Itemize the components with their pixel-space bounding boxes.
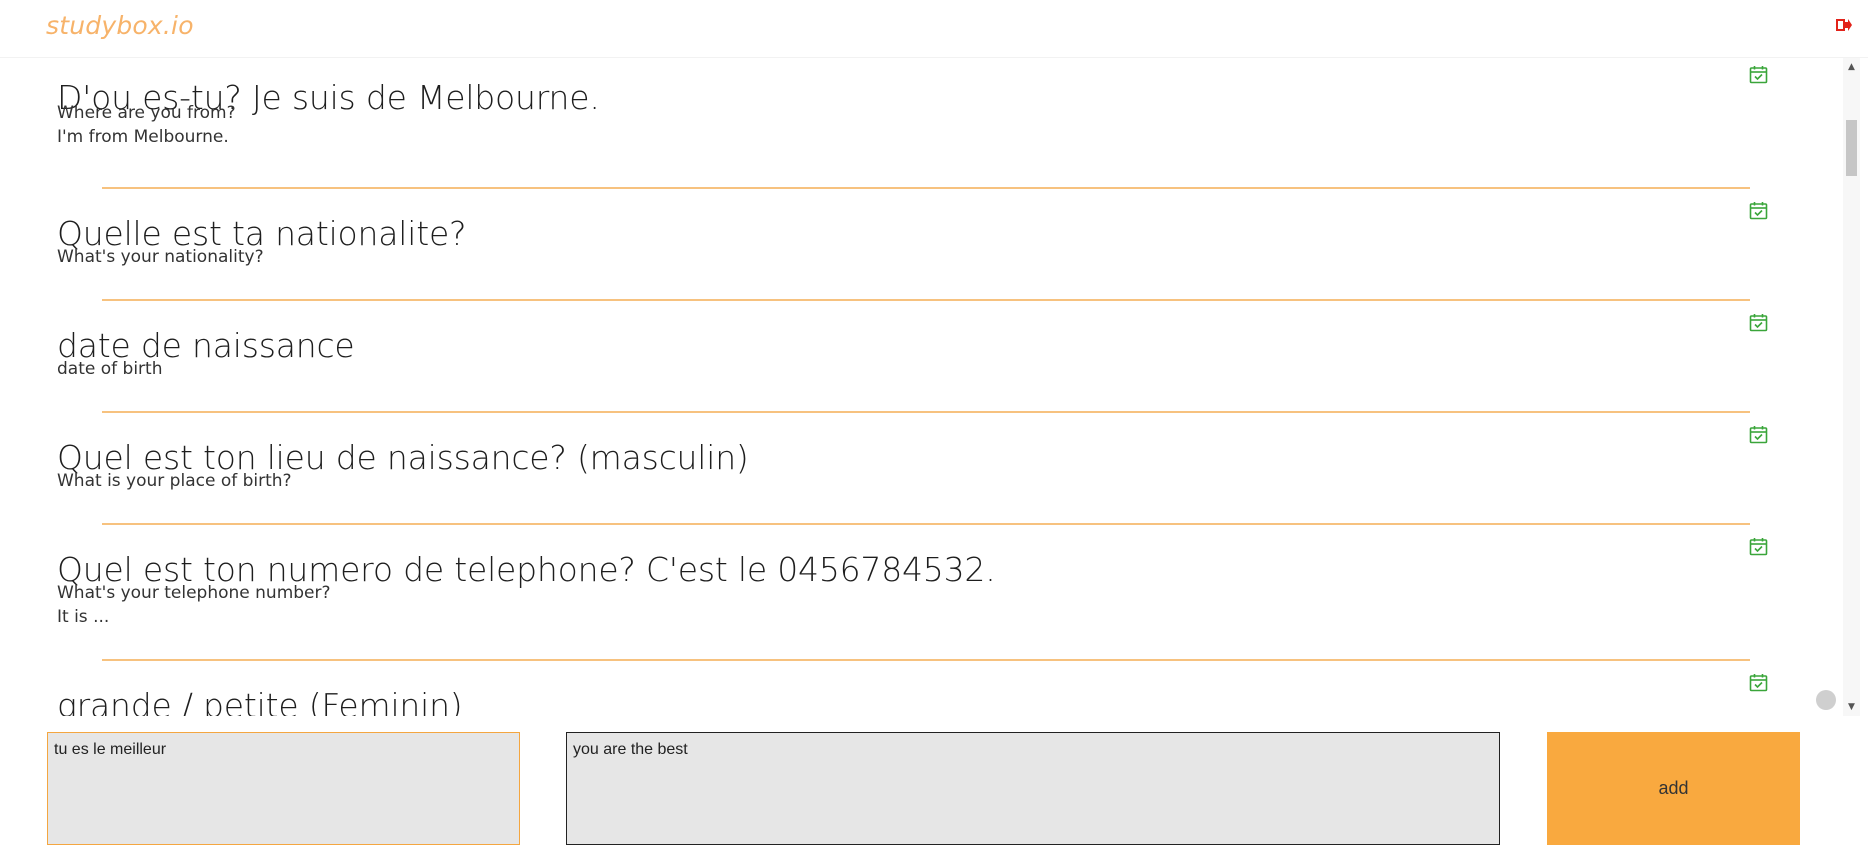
back-text-input[interactable]: you are the best — [566, 732, 1500, 845]
floating-circle-icon[interactable] — [1816, 690, 1836, 710]
header: studybox.io — [0, 0, 1868, 58]
card-item[interactable]: D'ou es-tu? Je suis de Melbourne. Where … — [0, 58, 1848, 188]
scrollbar[interactable]: ▲ ▼ — [1843, 58, 1860, 716]
card-list: D'ou es-tu? Je suis de Melbourne. Where … — [0, 58, 1848, 716]
calendar-check-icon[interactable] — [1749, 201, 1768, 220]
new-card-bar: tu es le meilleur you are the best add — [0, 716, 1868, 857]
card-item[interactable]: date de naissance date of birth — [0, 300, 1848, 412]
logo[interactable]: studybox.io — [46, 11, 194, 40]
app-page: studybox.io D'ou es-tu? Je suis de Melbo… — [0, 0, 1868, 857]
card-front-text: grande / petite (Feminin) — [57, 686, 463, 716]
scroll-thumb[interactable] — [1846, 120, 1857, 176]
card-item[interactable]: Quelle est ta nationalite? What's your n… — [0, 188, 1848, 300]
card-item[interactable]: grande / petite (Feminin) — [0, 660, 1848, 716]
card-back-line: What's your telephone number? — [57, 583, 331, 603]
card-back-line: What's your nationality? — [57, 247, 264, 267]
scroll-up-arrow-icon[interactable]: ▲ — [1843, 60, 1860, 74]
front-text-input[interactable]: tu es le meilleur — [47, 732, 520, 845]
calendar-check-icon[interactable] — [1749, 65, 1768, 84]
calendar-check-icon[interactable] — [1749, 673, 1768, 692]
card-back-line: Where are you from? — [57, 103, 236, 123]
card-back-line: It is ... — [57, 607, 110, 627]
scroll-down-arrow-icon[interactable]: ▼ — [1843, 700, 1860, 714]
calendar-check-icon[interactable] — [1749, 313, 1768, 332]
card-back-line: date of birth — [57, 359, 163, 379]
calendar-check-icon[interactable] — [1749, 537, 1768, 556]
calendar-check-icon[interactable] — [1749, 425, 1768, 444]
card-item[interactable]: Quel est ton lieu de naissance? (masculi… — [0, 412, 1848, 524]
logout-icon[interactable] — [1836, 18, 1852, 32]
card-item[interactable]: Quel est ton numero de telephone? C'est … — [0, 524, 1848, 660]
card-back-line: What is your place of birth? — [57, 471, 292, 491]
card-back-line: I'm from Melbourne. — [57, 127, 229, 147]
add-button[interactable]: add — [1547, 732, 1800, 845]
